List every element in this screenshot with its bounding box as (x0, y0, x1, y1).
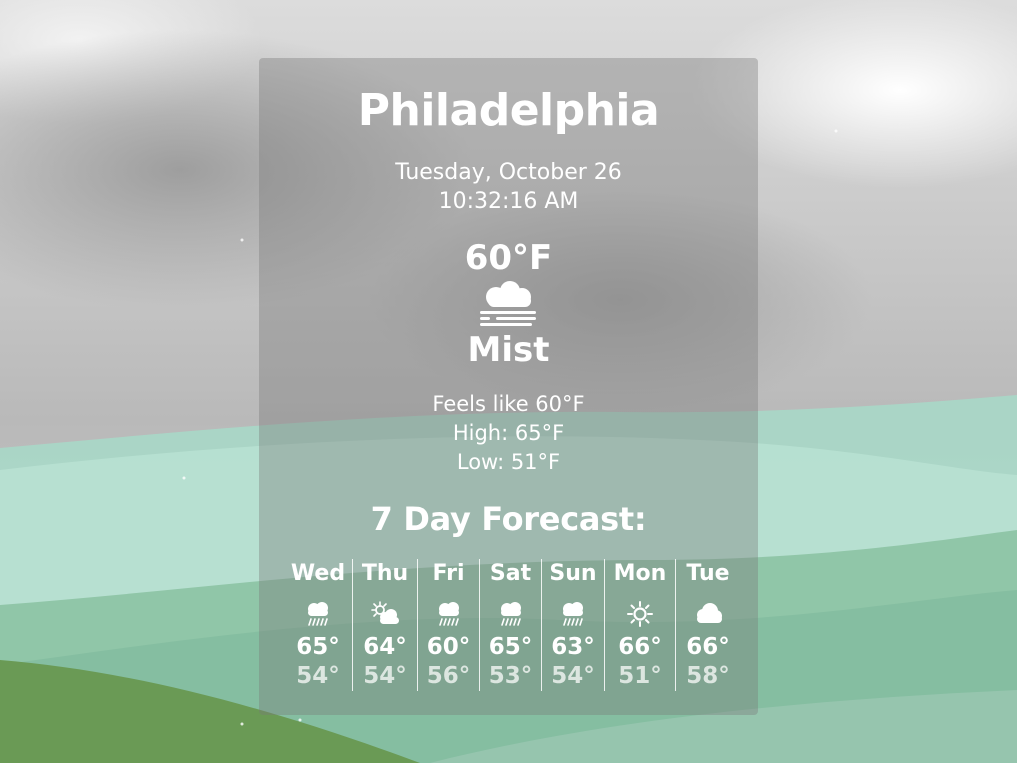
forecast-title: 7 Day Forecast: (370, 500, 647, 538)
feels-like: Feels like 60°F (432, 392, 585, 416)
forecast-day: Mon 66° 51° (604, 559, 675, 691)
forecast-high: 65° (296, 634, 340, 660)
forecast-day: Sat 65° 53° (479, 559, 541, 691)
forecast-day-name: Thu (361, 561, 409, 586)
forecast-day: Fri 60° 56° (417, 559, 479, 691)
forecast-high: 65° (488, 634, 533, 660)
current-condition: Mist (467, 330, 550, 370)
forecast-low: 54° (363, 663, 407, 689)
forecast-day: Tue 66° 58° (675, 559, 740, 691)
forecast-day-name: Wed (290, 561, 346, 586)
current-temperature: 60°F (464, 238, 553, 278)
forecast-high: 60° (426, 634, 471, 660)
forecast-high: 66° (686, 634, 730, 660)
forecast-day: Thu 64° 54° (352, 559, 417, 691)
forecast-day: Sun 63° 54° (541, 559, 604, 691)
low-temperature: Low: 51°F (456, 450, 561, 474)
rain-cloud-icon (438, 602, 459, 626)
forecast-day: Wed 65° 54° (284, 559, 352, 691)
forecast-low: 56° (426, 663, 471, 689)
partly-sunny-icon (371, 601, 399, 624)
forecast-high: 63° (551, 634, 595, 660)
rain-cloud-icon (308, 602, 328, 626)
high-temperature: High: 65°F (452, 421, 565, 445)
forecast-day-name: Tue (686, 561, 730, 586)
forecast-low: 54° (296, 663, 340, 689)
forecast-day-name: Mon (613, 561, 667, 586)
forecast-day-name: Sun (549, 561, 597, 586)
rain-cloud-icon (563, 602, 583, 626)
forecast-high: 64° (363, 634, 407, 660)
rain-cloud-icon (500, 602, 521, 626)
sun-icon (627, 601, 653, 627)
current-date: Tuesday, October 26 (395, 160, 622, 185)
forecast-low: 54° (551, 663, 595, 689)
forecast-low: 58° (686, 663, 730, 689)
forecast-high: 66° (618, 634, 662, 660)
forecast-low: 53° (488, 663, 533, 689)
forecast-day-name: Fri (432, 561, 465, 586)
forecast-day-name: Sat (489, 561, 532, 586)
current-time: 10:32:16 AM (438, 189, 579, 214)
cloud-icon (697, 603, 722, 623)
forecast-low: 51° (618, 663, 662, 689)
forecast-days: Wed 65° 54° Thu 64° 54° Fri 60° 56° Sat … (284, 559, 740, 691)
weather-card: Philadelphia Tuesday, October 26 10:32:1… (259, 58, 758, 715)
city-name: Philadelphia (357, 85, 660, 136)
mist-icon (480, 281, 536, 326)
